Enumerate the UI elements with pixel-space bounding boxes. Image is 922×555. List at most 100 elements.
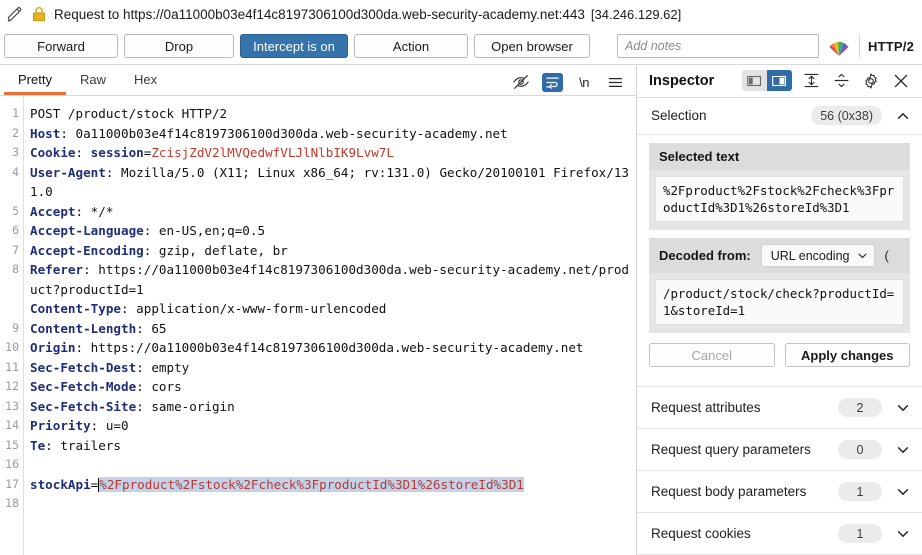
request-editor[interactable]: 1 2 3 4 5 6 7 8 9 10 11 12 13 14 15 16 17 18 POST /produc… [0,96,636,555]
request-line-token: : cors [136,379,182,394]
request-line-token: session [90,145,144,160]
request-line-token: stockApi [30,476,91,492]
request-line-token: : u=0 [90,418,129,433]
section-right: 2 [838,398,910,417]
decoded-from-trailing: ( [884,248,889,263]
request-line: Sec-Fetch-Dest: empty [30,358,636,378]
request-line: Cookie: session=ZcisjZdV2lMVQedwfVLJlNlb… [30,143,636,163]
inspector-panel: Inspector Selection 56 (0x38) Selected t… [637,65,922,555]
drop-button[interactable]: Drop [124,34,234,58]
request-line-token: %2Fproduct%2Fstock%2Fcheck%3FproductId%3… [99,476,524,492]
request-line-token: : 65 [136,320,167,336]
request-line-token: Origin [30,340,76,355]
chevron-down-icon[interactable] [896,401,910,415]
decoded-from-select-value: URL encoding [770,248,850,263]
pencil-icon[interactable] [6,5,24,23]
decoded-from-label: Decoded from: [659,248,751,263]
line-number [0,280,19,300]
selection-button-row: Cancel Apply changes [637,333,922,376]
request-line: POST /product/stock HTTP/2 [30,104,636,124]
collapse-all-icon[interactable] [830,70,852,92]
open-browser-button[interactable]: Open browser [474,34,590,58]
forward-button[interactable]: Forward [4,34,118,58]
expand-all-icon[interactable] [800,70,822,92]
newline-glyph: \n [579,74,589,90]
line-number: 1 [12,106,19,120]
line-number: 15 [5,437,19,452]
layout-right-icon[interactable] [767,70,792,92]
request-line-token: Cookie [30,145,76,160]
line-number: 3 [12,145,19,159]
hamburger-menu-icon[interactable] [605,72,625,92]
line-number: 10 [5,340,19,354]
word-wrap-icon[interactable] [542,72,563,92]
section-label: Request attributes [651,400,761,415]
request-line-token: : 0a11000b03e4f14c8197306100d300da.web-s… [60,125,508,141]
section-selection-header[interactable]: Selection 56 (0x38) [637,97,922,135]
burp-intercept-window: Request to https://0a11000b03e4f14c81973… [0,0,922,555]
request-line: Referer: https://0a11000b03e4f14c8197306… [30,260,636,299]
toolbar-divider [859,35,861,57]
request-line-token: : https://0a11000b03e4f14c8197306100d300… [30,262,629,297]
action-button[interactable]: Action [354,34,468,58]
request-line-token: : https://0a11000b03e4f14c8197306100d300… [75,340,584,355]
close-icon[interactable] [890,70,912,92]
line-number [0,182,19,202]
settings-gear-icon[interactable] [860,70,882,92]
chevron-up-icon[interactable] [896,109,910,123]
decoded-value[interactable]: /product/stock/check?productId=1&storeId… [655,279,904,325]
request-title-bar: Request to https://0a11000b03e4f14c81973… [0,0,922,28]
request-line-token: POST /product/stock HTTP/2 [30,106,228,121]
cancel-button[interactable]: Cancel [649,343,775,367]
editor-icon-group: \n [511,72,636,95]
selected-text-header: Selected text [649,143,910,170]
intercept-toggle-button[interactable]: Intercept is on [240,34,348,58]
http-version-label: HTTP/2 [868,38,914,54]
chevron-down-icon[interactable] [896,485,910,499]
notes-input[interactable] [617,34,820,58]
request-line: Te: trailers [30,436,636,456]
request-line-token: Content-Length [30,320,137,336]
request-line-token: Referer [30,262,84,277]
request-line-token: : [75,145,91,160]
show-newlines-icon[interactable]: \n [574,72,594,92]
chevron-down-icon[interactable] [896,527,910,541]
section-selection-label: Selection [651,108,707,124]
intercept-action-bar: Forward Drop Intercept is on Action Open… [0,28,922,65]
tab-hex[interactable]: Hex [120,66,171,95]
request-line-token: Priority [30,418,91,433]
request-line-token: : en-US,en;q=0.5 [143,223,266,238]
request-line-token: : Mozilla/5.0 (X11; Linux x86_64; rv:131… [30,164,629,200]
request-line-token: Sec-Fetch-Site [30,398,137,414]
section-count-badge: 1 [838,524,882,543]
chevron-down-icon[interactable] [896,443,910,457]
decoded-from-select[interactable]: URL encoding [760,244,875,267]
eye-slash-icon[interactable] [511,72,531,92]
apply-changes-button[interactable]: Apply changes [784,343,910,367]
request-line: Sec-Fetch-Mode: cors [30,377,636,397]
request-line-token: : application/x-www-form-urlencoded [121,301,387,316]
section-row[interactable]: Request cookies 1 [637,513,922,555]
tab-pretty[interactable]: Pretty [4,66,66,95]
request-line: Sec-Fetch-Site: same-origin [30,397,636,417]
selected-text-value[interactable]: %2Fproduct%2Fstock%2Fcheck%3FproductId%3… [655,176,904,222]
line-number: 9 [12,320,19,335]
request-line-token: : */* [75,203,114,219]
request-line-token: : gzip, deflate, br [143,242,288,258]
line-number: 13 [5,398,19,413]
request-raw-text[interactable]: POST /product/stock HTTP/2 Host: 0a11000b… [24,96,636,555]
section-row[interactable]: Request body parameters 1 [637,471,922,513]
request-line-token: Accept-Encoding [30,242,144,258]
request-line-token: Sec-Fetch-Dest [30,359,137,375]
request-title-text: Request to https://0a11000b03e4f14c81973… [54,6,585,22]
section-row[interactable]: Request query parameters 0 [637,429,922,471]
tab-raw[interactable]: Raw [66,66,120,95]
inspector-title: Inspector [649,72,715,89]
decoded-value-box: /product/stock/check?productId=1&storeId… [649,273,910,333]
section-right: 1 [838,524,910,543]
line-number: 4 [12,164,19,179]
request-line-token: ZcisjZdV2lMVQedwfVLJlNlbIK9Lvw7L [151,145,394,160]
section-selection-right: 56 (0x38) [811,106,910,126]
layout-left-icon[interactable] [742,70,767,92]
section-row[interactable]: Request attributes 2 [637,387,922,429]
